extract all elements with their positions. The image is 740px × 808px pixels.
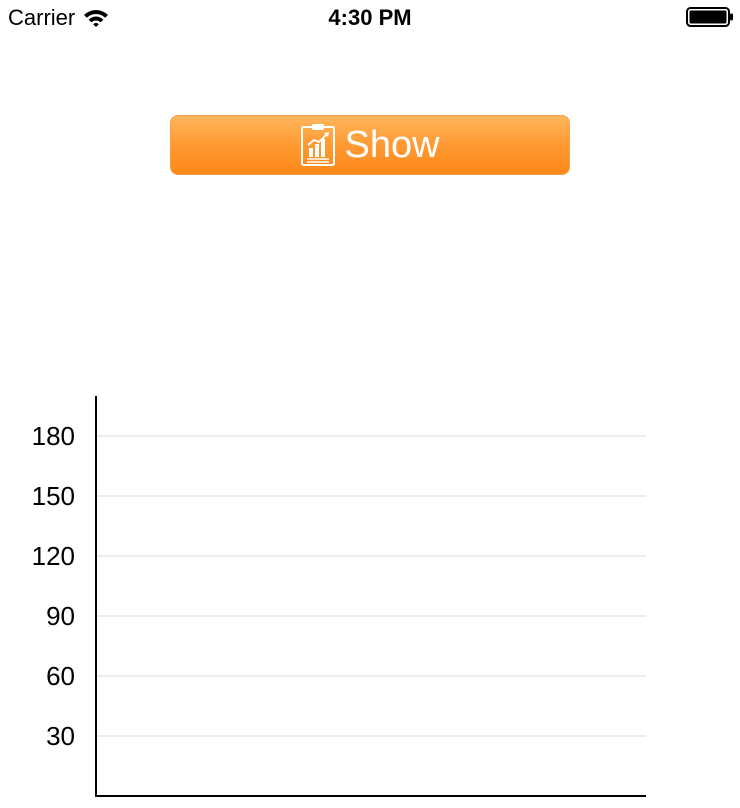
y-tick-label: 90 <box>46 601 75 631</box>
battery-full-icon <box>686 7 733 27</box>
chart: 30 60 90 120 150 180 <box>32 396 646 797</box>
y-tick-label: 120 <box>32 541 75 571</box>
y-tick-label: 180 <box>32 421 75 451</box>
report-chart-icon <box>301 124 336 166</box>
status-time: 4:30 PM <box>328 5 412 30</box>
show-button[interactable]: Show <box>170 115 570 175</box>
y-tick-label: 150 <box>32 481 75 511</box>
status-bar: Carrier 4:30 PM <box>0 0 740 36</box>
y-tick-label: 30 <box>46 721 75 751</box>
show-button-label: Show <box>344 124 440 166</box>
y-tick-label: 60 <box>46 661 75 691</box>
